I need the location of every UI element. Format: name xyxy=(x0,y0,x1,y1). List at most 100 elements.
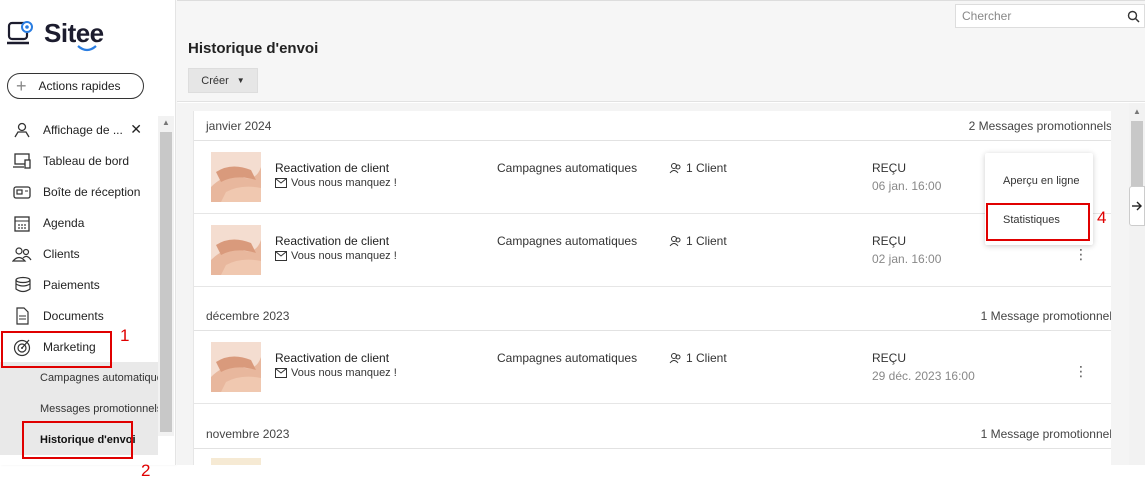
page-header: Historique d'envoi Créer ▼ xyxy=(177,30,1145,102)
sidebar-item-label: Boîte de réception xyxy=(43,184,141,199)
sidebar-item-dashboard[interactable]: Tableau de bord xyxy=(0,145,158,176)
sidebar-item-label: Affichage de ... xyxy=(43,122,123,137)
calendar-icon xyxy=(14,215,30,232)
scroll-up-icon[interactable]: ▲ xyxy=(1133,107,1141,116)
sent-date: 02 jan. 16:00 xyxy=(872,252,942,266)
group-header: décembre 2023 1 Message promotionnel xyxy=(194,301,1111,331)
sidebar-menu: Affichage de ... ✕ Tableau de bord Boîte… xyxy=(0,114,158,455)
subject-text: Vous nous manquez ! xyxy=(291,250,397,262)
sent-date: 06 jan. 16:00 xyxy=(872,179,942,193)
create-label: Créer xyxy=(201,74,229,87)
campaign-type: Campagnes automatiques xyxy=(497,234,638,248)
sidebar-item-affichage[interactable]: Affichage de ... ✕ xyxy=(0,114,158,145)
search-icon[interactable] xyxy=(1127,10,1140,23)
page-title: Historique d'envoi xyxy=(188,40,319,57)
group-header: novembre 2023 1 Message promotionnel xyxy=(194,419,1111,449)
status-text: REÇU xyxy=(872,161,907,175)
annotation-label: 1 xyxy=(120,326,130,345)
status-text: REÇU xyxy=(872,234,907,248)
plus-icon: + xyxy=(16,76,27,96)
sitee-logo-icon xyxy=(7,20,33,44)
sidebar-item-payments[interactable]: Paiements xyxy=(0,269,158,300)
create-button[interactable]: Créer ▼ xyxy=(188,68,258,93)
sidebar-item-agenda[interactable]: Agenda xyxy=(0,207,158,238)
sidebar-item-documents[interactable]: Documents xyxy=(0,300,158,331)
app-window: Sitee + Actions rapides Affichage de ...… xyxy=(0,0,1145,488)
group-month: novembre 2023 xyxy=(206,427,290,441)
more-options-icon[interactable]: ⋮ xyxy=(1074,364,1088,378)
sidebar-item-label: Agenda xyxy=(43,215,85,230)
envelope-icon xyxy=(275,251,287,261)
sidebar-item-inbox[interactable]: Boîte de réception xyxy=(0,176,158,207)
table-row[interactable]: Reactivation de client Vous nous manquez… xyxy=(194,332,1111,404)
envelope-icon xyxy=(275,178,287,188)
quick-actions-label: Actions rapides xyxy=(38,79,121,93)
recipient-count-text: 1 Client xyxy=(686,351,727,365)
group-count: 1 Message promotionnel xyxy=(980,427,1111,441)
sidebar-item-label: Documents xyxy=(43,308,104,323)
campaign-thumbnail xyxy=(211,458,261,465)
users-icon xyxy=(12,246,32,262)
recipient-count: 1 Client xyxy=(669,234,727,248)
sidebar-item-clients[interactable]: Clients xyxy=(0,238,158,269)
close-icon[interactable]: ✕ xyxy=(130,121,142,138)
campaign-type: Campagnes automatiques xyxy=(497,161,638,175)
campaign-thumbnail xyxy=(211,225,261,275)
quick-actions-button[interactable]: + Actions rapides xyxy=(7,73,144,99)
search-box xyxy=(955,4,1145,28)
table-row[interactable]: Reactivation de client Vous nous manquez… xyxy=(194,215,1111,287)
coins-icon xyxy=(15,276,31,292)
recipient-count: 1 Client xyxy=(669,161,727,175)
recipient-count-text: 1 Client xyxy=(686,234,727,248)
campaign-thumbnail xyxy=(211,342,261,392)
sidebar-subitem-promotional-messages[interactable]: Messages promotionnels xyxy=(0,393,158,424)
campaign-title: Reactivation de client xyxy=(275,234,390,248)
subject-text: Vous nous manquez ! xyxy=(291,367,397,379)
annotation-box-marketing xyxy=(1,331,112,368)
sidebar-item-label: Paiements xyxy=(43,277,100,292)
users-icon xyxy=(669,163,681,174)
recipient-count-text: 1 Client xyxy=(686,161,727,175)
scrollbar-thumb[interactable] xyxy=(160,132,172,432)
contacts-display-icon xyxy=(14,122,30,137)
users-icon xyxy=(669,353,681,364)
group-count: 1 Message promotionnel xyxy=(980,309,1111,323)
search-input[interactable] xyxy=(956,9,1116,23)
more-options-icon[interactable]: ⋮ xyxy=(1074,247,1088,261)
inbox-icon xyxy=(13,185,31,199)
caret-down-icon: ▼ xyxy=(236,76,245,85)
group-count: 2 Messages promotionnels xyxy=(968,119,1111,133)
campaign-thumbnail xyxy=(211,152,261,202)
history-list: janvier 2024 2 Messages promotionnels Re… xyxy=(193,111,1111,465)
annotation-box-statistics xyxy=(986,203,1090,241)
menu-item-online-preview[interactable]: Aperçu en ligne xyxy=(985,164,1093,198)
group-month: décembre 2023 xyxy=(206,309,290,323)
sidebar: Sitee + Actions rapides Affichage de ...… xyxy=(0,0,176,465)
sidebar-item-label: Tableau de bord xyxy=(43,153,130,168)
group-month: janvier 2024 xyxy=(206,119,272,133)
group-header: janvier 2024 2 Messages promotionnels xyxy=(194,111,1111,141)
users-icon xyxy=(669,236,681,247)
document-icon xyxy=(16,306,29,325)
envelope-icon xyxy=(275,368,287,378)
table-row[interactable]: Reactivation de client Vous nous manquez… xyxy=(194,142,1111,214)
sidebar-scrollbar[interactable]: ▲ xyxy=(158,116,174,436)
subject-text: Vous nous manquez ! xyxy=(291,177,397,189)
scroll-up-icon[interactable]: ▲ xyxy=(162,118,170,127)
status-text: REÇU xyxy=(872,351,907,365)
campaign-subject: Vous nous manquez ! xyxy=(275,250,397,262)
sent-date: 29 déc. 2023 16:00 xyxy=(872,369,975,383)
logo-smile-icon xyxy=(77,45,97,52)
sidebar-item-label: Clients xyxy=(43,246,80,261)
campaign-title: Reactivation de client xyxy=(275,351,390,365)
annotation-label: 2 xyxy=(141,461,151,480)
annotation-label: 4 xyxy=(1097,208,1107,227)
recipient-count: 1 Client xyxy=(669,351,727,365)
content-scrollbar[interactable]: ▲ xyxy=(1129,103,1145,465)
campaign-subject: Vous nous manquez ! xyxy=(275,177,397,189)
arrow-right-icon xyxy=(1132,201,1142,211)
campaign-subject: Vous nous manquez ! xyxy=(275,367,397,379)
annotation-box-history xyxy=(22,421,133,459)
dashboard-icon xyxy=(13,152,31,169)
expand-panel-button[interactable] xyxy=(1129,186,1145,226)
